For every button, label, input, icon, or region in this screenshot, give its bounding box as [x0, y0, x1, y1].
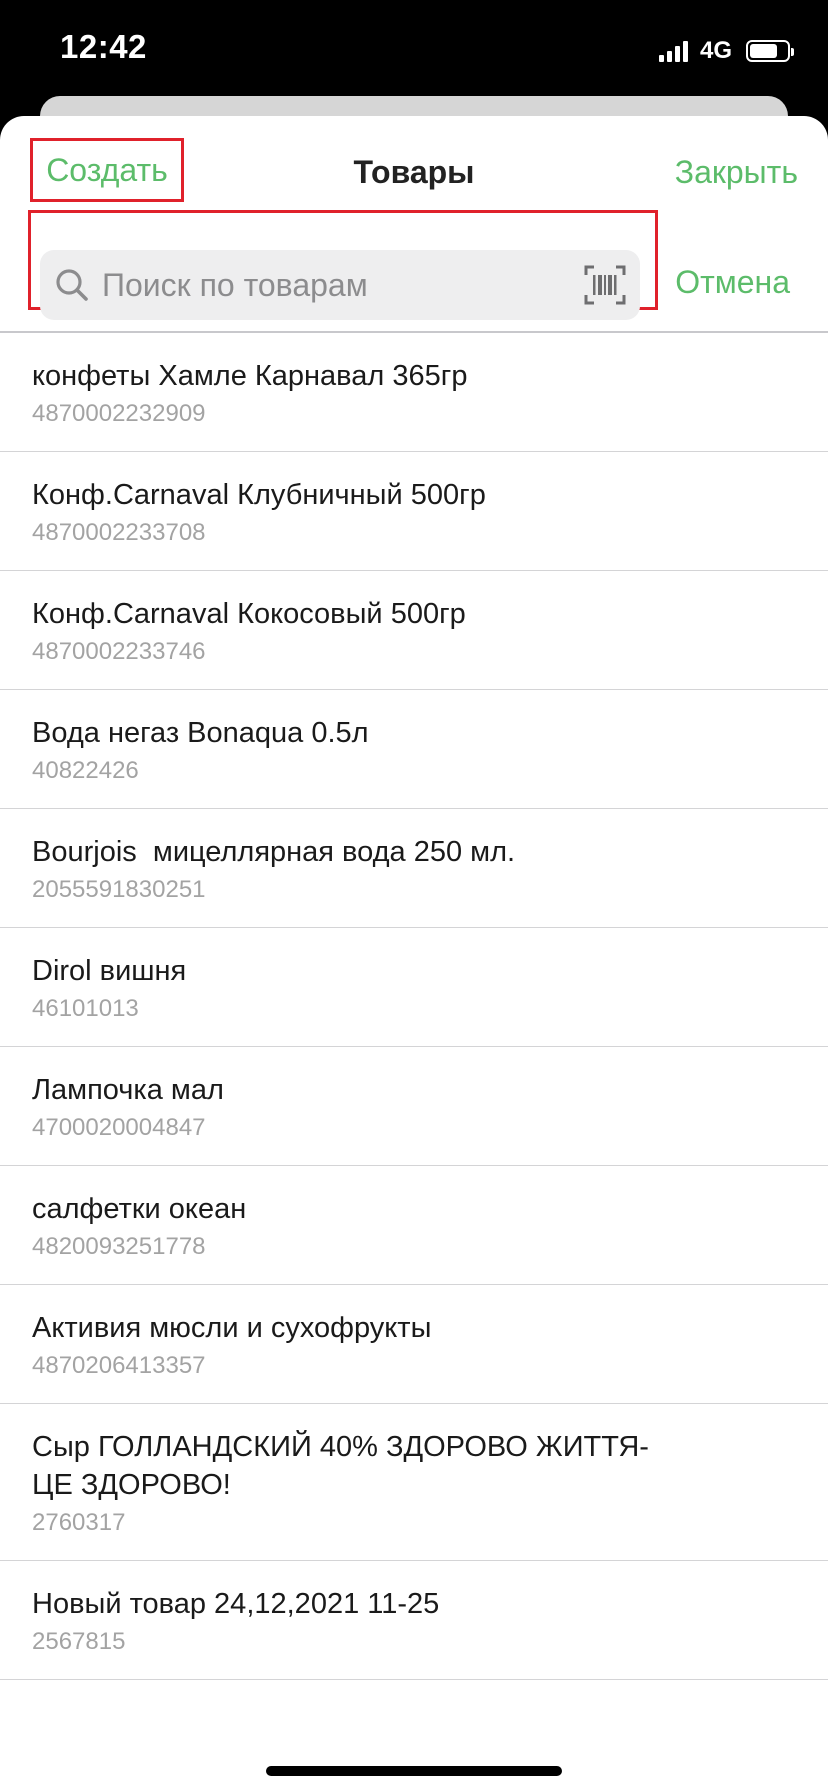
status-bar: 12:42 4G [0, 0, 828, 100]
signal-icon [658, 40, 688, 62]
product-list: конфеты Хамле Карнавал 365гр 487000223290… [0, 333, 828, 1680]
product-barcode: 4870002232909 [32, 400, 206, 427]
close-button[interactable]: Закрыть [675, 154, 798, 191]
product-name: Вода негаз Bonaqua 0.5л [32, 717, 369, 749]
search-icon [56, 269, 88, 301]
status-indicators: 4G [658, 36, 794, 66]
navigation-bar: Создать Товары Закрыть [0, 116, 828, 216]
product-barcode: 4700020004847 [32, 1114, 206, 1141]
barcode-scan-icon[interactable] [584, 265, 626, 305]
product-barcode: 2567815 [32, 1628, 126, 1655]
product-row[interactable]: салфетки океан 4820093251778 [0, 1166, 828, 1285]
product-barcode: 46101013 [32, 995, 139, 1022]
product-row[interactable]: Сыр ГОЛЛАНДСКИЙ 40% ЗДОРОВО ЖИТТЯ- ЦЕ ЗД… [0, 1404, 828, 1561]
product-barcode: 2760317 [32, 1509, 126, 1536]
product-name: Конф.Carnaval Кокосовый 500гр [32, 598, 466, 630]
product-row[interactable]: Новый товар 24,12,2021 11-25 2567815 [0, 1561, 828, 1680]
battery-level [750, 44, 777, 58]
product-row[interactable]: Конф.Carnaval Клубничный 500гр 4870002233… [0, 452, 828, 571]
product-name: Новый товар 24,12,2021 11-25 [32, 1588, 440, 1620]
product-name: Dirol вишня [32, 955, 187, 987]
product-barcode: 4870002233746 [32, 638, 206, 665]
products-sheet: Создать Товары Закрыть Отмена конфеты Ха… [0, 116, 828, 1792]
product-row[interactable]: конфеты Хамле Карнавал 365гр 487000223290… [0, 333, 828, 452]
product-barcode: 2055591830251 [32, 876, 206, 903]
product-row[interactable]: Лампочка мал 4700020004847 [0, 1047, 828, 1166]
product-name: Активия мюсли и сухофрукты [32, 1312, 432, 1344]
product-name: Bourjois мицеллярная вода 250 мл. [32, 836, 516, 868]
product-name: конфеты Хамле Карнавал 365гр [32, 360, 468, 392]
search-input[interactable] [102, 250, 572, 320]
search-field[interactable] [40, 250, 640, 320]
product-row[interactable]: Dirol вишня 46101013 [0, 928, 828, 1047]
home-indicator[interactable] [266, 1766, 562, 1776]
product-row[interactable]: Конф.Carnaval Кокосовый 500гр 48700022337… [0, 571, 828, 690]
cancel-button[interactable]: Отмена [675, 246, 790, 318]
product-barcode: 4870206413357 [32, 1352, 206, 1379]
status-time: 12:42 [60, 28, 147, 65]
product-barcode: 4870002233708 [32, 519, 206, 546]
product-row[interactable]: Активия мюсли и сухофрукты 4870206413357 [0, 1285, 828, 1404]
product-barcode: 40822426 [32, 757, 139, 784]
product-row[interactable]: Bourjois мицеллярная вода 250 мл. 2055591… [0, 809, 828, 928]
product-name: салфетки океан [32, 1193, 247, 1225]
product-name: Конф.Carnaval Клубничный 500гр [32, 479, 486, 511]
battery-icon [746, 40, 794, 62]
product-name: Сыр ГОЛЛАНДСКИЙ 40% ЗДОРОВО ЖИТТЯ- ЦЕ ЗД… [32, 1431, 649, 1501]
product-name: Лампочка мал [32, 1074, 224, 1106]
network-type: 4G [699, 37, 732, 64]
product-barcode: 4820093251778 [32, 1233, 206, 1260]
product-row[interactable]: Вода негаз Bonaqua 0.5л 40822426 [0, 690, 828, 809]
